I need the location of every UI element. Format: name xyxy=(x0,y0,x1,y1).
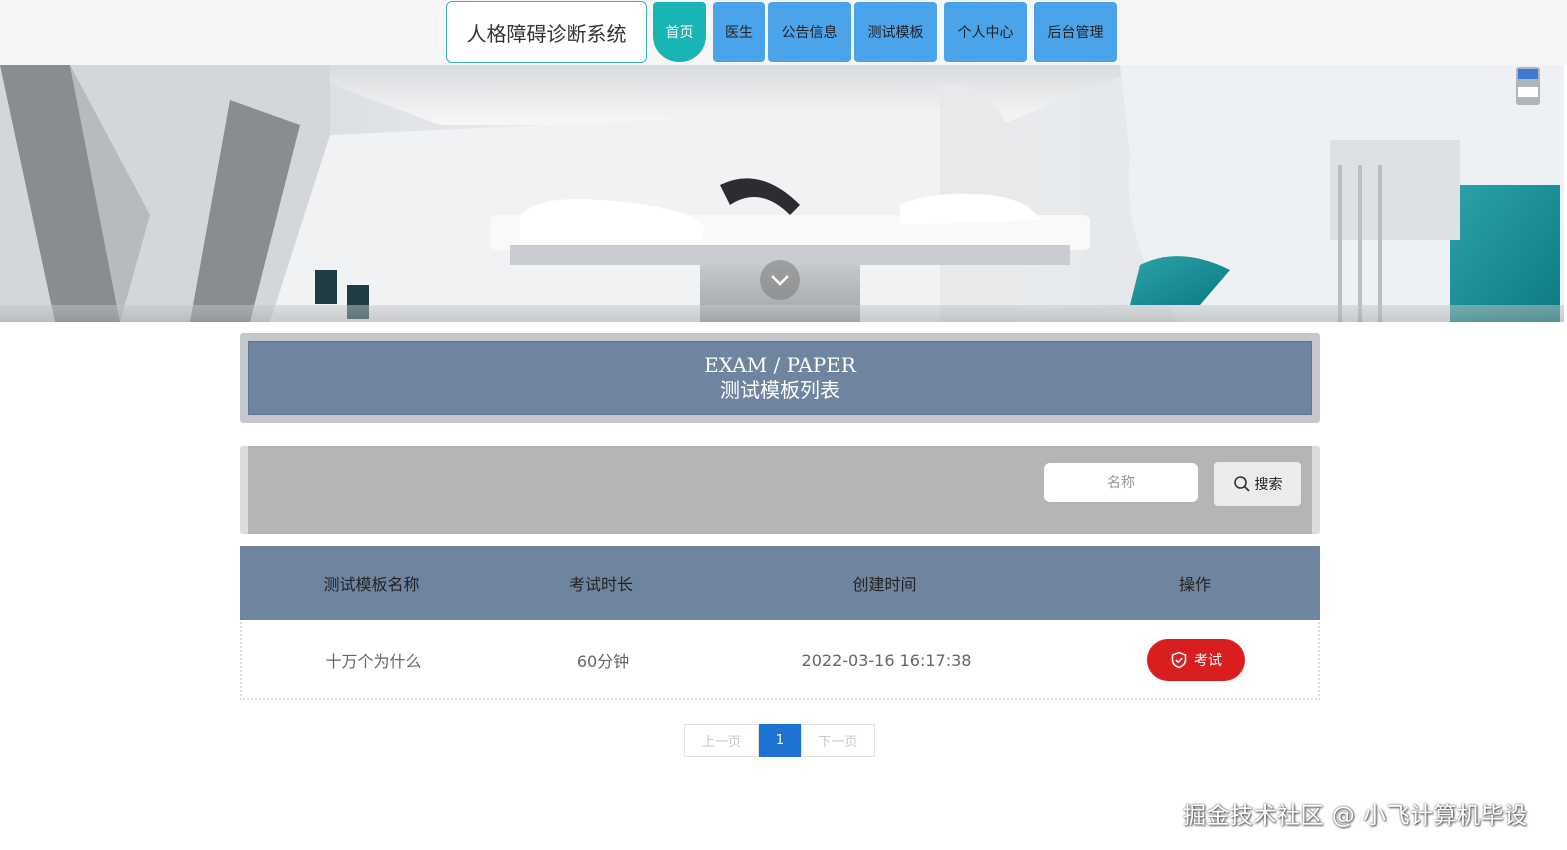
column-header-duration: 考试时长 xyxy=(568,575,633,594)
nav-admin[interactable]: 后台管理 xyxy=(1034,2,1117,62)
watermark: 掘金技术社区 @ 小飞计算机毕设 xyxy=(1183,803,1528,829)
section-title-cn: 测试模板列表 xyxy=(720,378,840,402)
column-header-action: 操作 xyxy=(1178,575,1211,594)
section-title-box: EXAM / PAPER 测试模板列表 xyxy=(248,341,1312,415)
search-icon xyxy=(1233,476,1250,492)
chevron-down-icon xyxy=(771,275,789,286)
section-title-en: EXAM / PAPER xyxy=(704,353,856,377)
nav-test-templates[interactable]: 测试模板 xyxy=(854,2,937,62)
search-button[interactable]: 搜索 xyxy=(1214,462,1301,506)
cell-created-time: 2022-03-16 16:17:38 xyxy=(801,650,972,670)
search-button-label: 搜索 xyxy=(1254,476,1283,492)
exam-button-label: 考试 xyxy=(1194,652,1222,668)
nav-personal-center[interactable]: 个人中心 xyxy=(944,2,1027,62)
pagination-next[interactable]: 下一页 xyxy=(801,724,875,757)
nav-doctor[interactable]: 医生 xyxy=(713,2,765,62)
pagination-prev[interactable]: 上一页 xyxy=(684,724,759,757)
table-header: 测试模板名称 考试时长 创建时间 操作 xyxy=(240,546,1320,620)
nav-announcements[interactable]: 公告信息 xyxy=(768,2,851,62)
column-header-created: 创建时间 xyxy=(852,575,917,594)
table-row: 十万个为什么 60分钟 2022-03-16 16:17:38 考试 xyxy=(240,622,1320,700)
cell-template-name: 十万个为什么 xyxy=(325,652,422,671)
scroll-down-button[interactable] xyxy=(760,260,800,300)
section-title-panel: EXAM / PAPER 测试模板列表 xyxy=(240,333,1320,423)
top-navigation-bar: 人格障碍诊断系统 首页 医生 公告信息 测试模板 个人中心 后台管理 xyxy=(0,0,1567,65)
hero-banner xyxy=(0,65,1564,322)
pagination-page-1[interactable]: 1 xyxy=(759,724,801,757)
carousel-indicator-icon[interactable] xyxy=(1514,65,1542,107)
exam-button[interactable]: 考试 xyxy=(1147,639,1245,681)
cell-duration: 60分钟 xyxy=(576,652,630,671)
site-title[interactable]: 人格障碍诊断系统 xyxy=(446,1,647,63)
nav-home[interactable]: 首页 xyxy=(653,2,706,62)
shield-check-icon xyxy=(1171,651,1187,669)
column-header-name: 测试模板名称 xyxy=(323,575,420,594)
search-input[interactable] xyxy=(1044,463,1198,502)
